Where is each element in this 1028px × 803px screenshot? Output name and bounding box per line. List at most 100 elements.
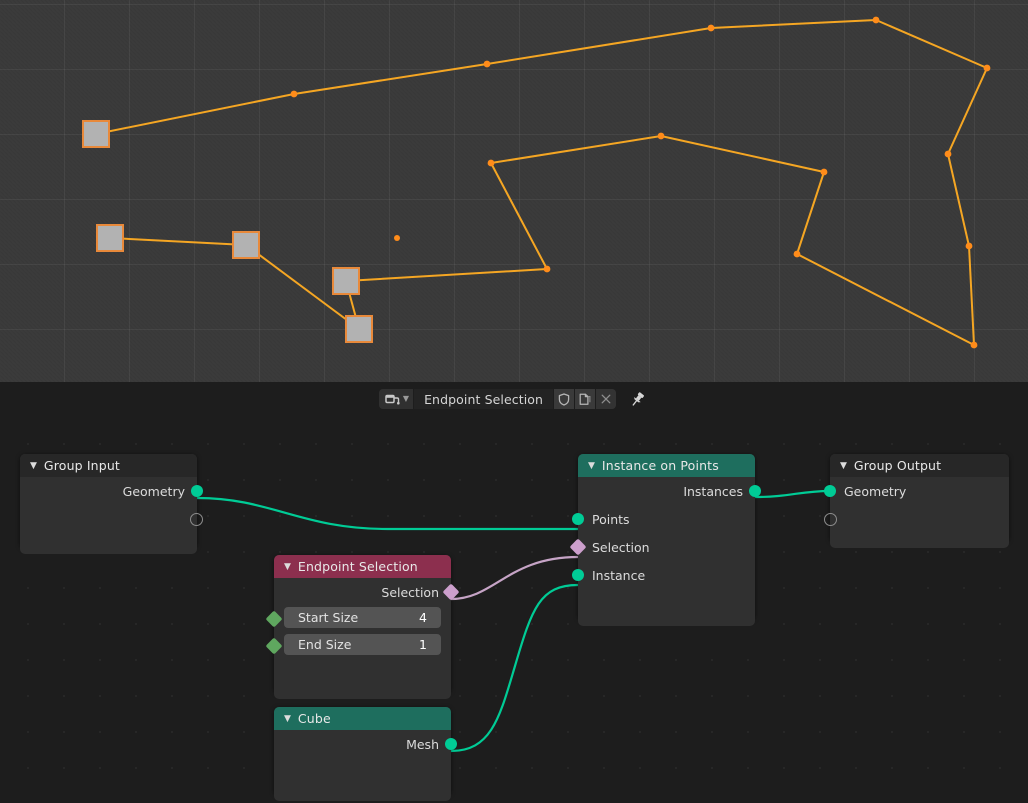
- node-socket[interactable]: [572, 513, 584, 525]
- new-copy-button[interactable]: [574, 389, 595, 409]
- node-endpoint-selection[interactable]: ▼Endpoint Selection Selection Start Size 4 E…: [274, 555, 451, 693]
- chevron-down-icon[interactable]: ▼: [588, 462, 595, 471]
- output-socket-row[interactable]: Geometry: [20, 477, 197, 505]
- curve-control-points: [93, 17, 991, 349]
- node-body-instance-on-points: Instances Points Selection Instance: [578, 477, 755, 626]
- node-header-group-output[interactable]: ▼ Group Output: [830, 454, 1009, 477]
- curve-point[interactable]: [984, 65, 991, 72]
- curve-point[interactable]: [488, 160, 495, 167]
- geometry-node-editor[interactable]: ▼Group InputGeometry▼Endpoint SelectionS…: [0, 416, 1028, 803]
- node-instance-on-points[interactable]: ▼ Instance on Points Instances Points Select…: [578, 454, 755, 620]
- curve-point[interactable]: [945, 151, 952, 158]
- chevron-down-icon[interactable]: ▼: [30, 462, 37, 471]
- duplicate-icon: [579, 393, 591, 406]
- output-socket-row[interactable]: Selection: [274, 578, 451, 606]
- input-socket-row[interactable]: [830, 505, 1009, 533]
- node-group-output[interactable]: ▼ Group Output Geometry: [830, 454, 1009, 542]
- node-socket[interactable]: [445, 738, 457, 750]
- node-socket[interactable]: [570, 539, 587, 556]
- socket-label: Points: [592, 512, 630, 527]
- node-link[interactable]: [197, 498, 578, 529]
- node-group-input[interactable]: ▼ Group InputGeometry: [20, 454, 197, 548]
- datablock-name-field[interactable]: Endpoint Selection: [414, 389, 553, 409]
- value-field-value: 1: [419, 637, 427, 652]
- value-row: Start Size 4: [284, 607, 441, 632]
- chevron-down-icon[interactable]: ▼: [284, 715, 291, 724]
- node-header-instance-on-points[interactable]: ▼ Instance on Points: [578, 454, 755, 477]
- socket-label: Instance: [592, 568, 645, 583]
- node-socket[interactable]: [266, 638, 283, 655]
- input-socket-row[interactable]: Selection: [578, 533, 755, 561]
- socket-label: Geometry: [844, 484, 906, 499]
- fake-user-button[interactable]: [553, 389, 574, 409]
- socket-label: Mesh: [406, 737, 439, 752]
- id-datablock-block: ▼ Endpoint Selection: [379, 389, 616, 409]
- curve-polyline: [96, 20, 987, 345]
- value-field-label: Start Size: [298, 610, 358, 625]
- cube-instance: [332, 267, 360, 295]
- node-link[interactable]: [451, 557, 578, 599]
- cube-instance: [232, 231, 260, 259]
- value-field-value: 4: [419, 610, 427, 625]
- node-socket[interactable]: [443, 584, 460, 601]
- curve-point[interactable]: [544, 266, 551, 273]
- unlink-button[interactable]: [595, 389, 616, 409]
- curve-point[interactable]: [484, 61, 491, 68]
- shield-icon: [558, 393, 570, 406]
- node-title: Instance on Points: [602, 458, 719, 473]
- node-socket[interactable]: [572, 569, 584, 581]
- value-field-label: End Size: [298, 637, 351, 652]
- node-socket[interactable]: [190, 513, 203, 526]
- curve-point[interactable]: [291, 91, 298, 98]
- node-editor-icon-button[interactable]: ▼: [379, 389, 414, 409]
- curve-point[interactable]: [821, 169, 828, 176]
- 3d-viewport[interactable]: [0, 0, 1028, 382]
- output-socket-row[interactable]: Instances: [578, 477, 755, 505]
- node-body-endpoint-selection: Selection Start Size 4 End Size 1: [274, 578, 451, 699]
- socket-label: Selection: [381, 585, 439, 600]
- curve-point[interactable]: [971, 342, 978, 349]
- node-socket[interactable]: [824, 513, 837, 526]
- node-editor-header: ▼ Endpoint Selection: [0, 382, 1028, 416]
- input-socket-row[interactable]: Geometry: [830, 477, 1009, 505]
- pin-button[interactable]: [625, 388, 649, 410]
- socket-label: Geometry: [123, 484, 185, 499]
- input-socket-row[interactable]: Points: [578, 505, 755, 533]
- output-socket-row[interactable]: [20, 505, 197, 533]
- node-header-endpoint-selection[interactable]: ▼Endpoint Selection: [274, 555, 451, 578]
- curve-point[interactable]: [794, 251, 801, 258]
- socket-label: Instances: [683, 484, 743, 499]
- value-field-start-size[interactable]: Start Size 4: [284, 607, 441, 628]
- value-row: End Size 1: [284, 634, 441, 659]
- pin-icon: [629, 391, 646, 408]
- node-cube[interactable]: ▼ Cube Mesh: [274, 707, 451, 795]
- output-socket-row[interactable]: Mesh: [274, 730, 451, 758]
- isolated-point: [394, 235, 400, 241]
- curve-point[interactable]: [658, 133, 665, 140]
- node-socket[interactable]: [266, 611, 283, 628]
- node-link[interactable]: [755, 491, 830, 497]
- node-title: Cube: [298, 711, 331, 726]
- curve-point[interactable]: [873, 17, 880, 24]
- chevron-down-icon: ▼: [403, 395, 409, 403]
- node-body-group-input: Geometry: [20, 477, 197, 554]
- input-socket-row[interactable]: Instance: [578, 561, 755, 589]
- node-socket[interactable]: [191, 485, 203, 497]
- datablock-selector: ▼ Endpoint Selection: [379, 388, 649, 410]
- curve-point[interactable]: [966, 243, 973, 250]
- cube-instance: [82, 120, 110, 148]
- node-title: Group Input: [44, 458, 120, 473]
- cube-instance: [96, 224, 124, 252]
- node-editor-icon: [385, 392, 400, 406]
- node-socket[interactable]: [749, 485, 761, 497]
- value-field-end-size[interactable]: End Size 1: [284, 634, 441, 655]
- node-body-group-output: Geometry: [830, 477, 1009, 548]
- node-header-cube[interactable]: ▼ Cube: [274, 707, 451, 730]
- node-title: Group Output: [854, 458, 941, 473]
- node-header-group-input[interactable]: ▼ Group Input: [20, 454, 197, 477]
- curve-point[interactable]: [708, 25, 715, 32]
- chevron-down-icon[interactable]: ▼: [840, 462, 847, 471]
- chevron-down-icon[interactable]: ▼: [284, 563, 291, 572]
- node-link[interactable]: [451, 585, 578, 751]
- node-socket[interactable]: [824, 485, 836, 497]
